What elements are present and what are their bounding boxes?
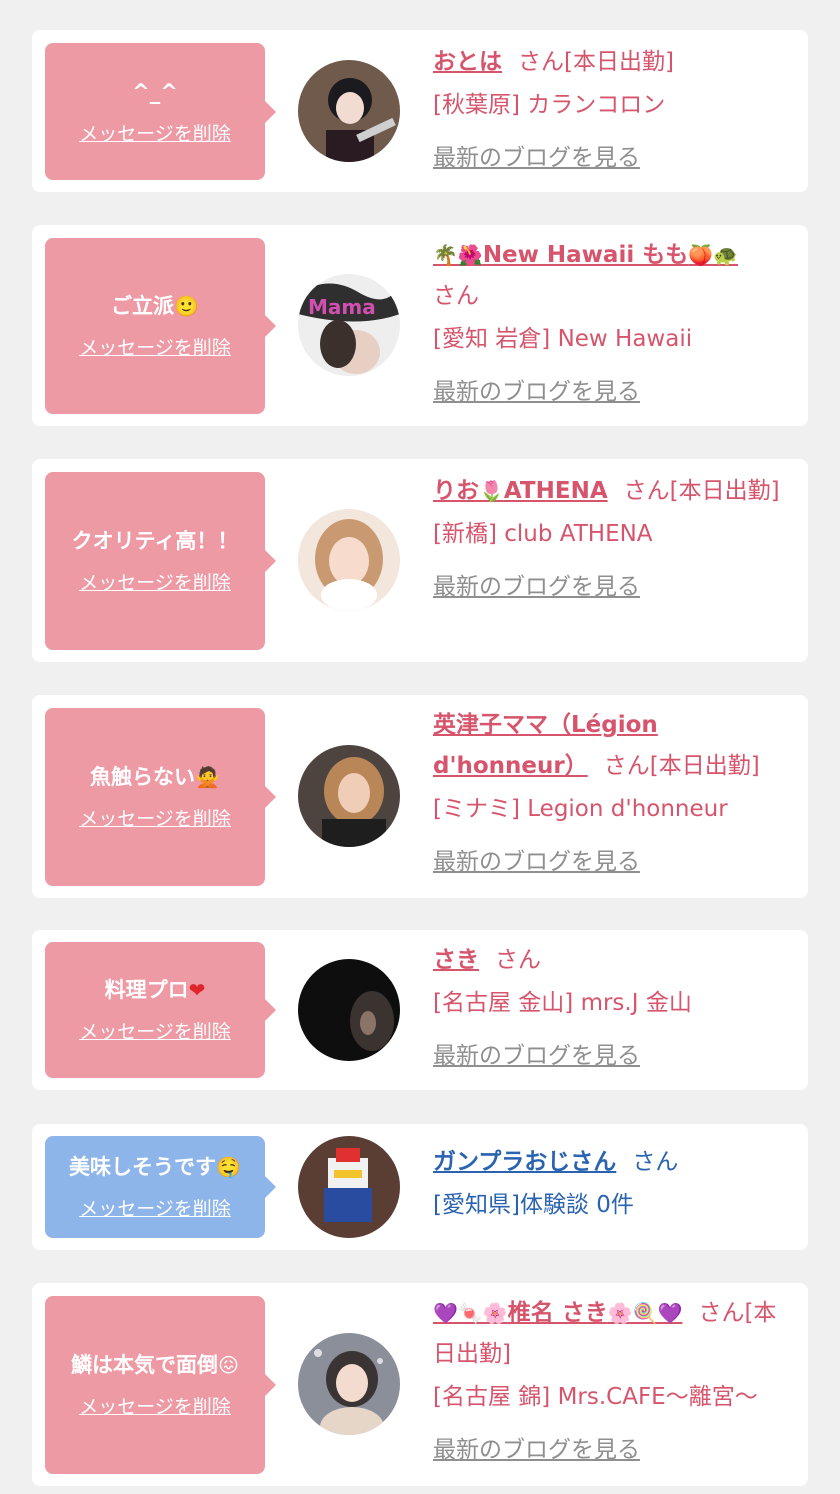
tulip-emoji-icon: 🌷 xyxy=(479,479,504,503)
comment-bubble: クオリティ高！！ メッセージを削除 xyxy=(45,472,276,650)
smile-emoji-icon: 🙂 xyxy=(174,294,199,318)
cast-name-link[interactable]: 💜🍬🌸椎名 さき🌸🍭💜 xyxy=(433,1300,682,1326)
honorific: さん xyxy=(623,478,670,504)
comment-bubble: 美味しそうです🤤 メッセージを削除 xyxy=(45,1136,276,1238)
comment-text: ^_^ xyxy=(132,79,178,104)
honorific: さん xyxy=(632,1149,679,1175)
peach-turtle-emoji-icon: 🍑🐢 xyxy=(688,243,739,267)
avatar[interactable] xyxy=(298,745,400,847)
comment-text: ご立派🙂 xyxy=(111,294,199,318)
message-card: 美味しそうです🤤 メッセージを削除 ガンプラおじさん さん [愛知県]体験談 0件 xyxy=(32,1124,808,1250)
shop-label: [名古屋 錦] Mrs.CAFE〜離宮〜 xyxy=(433,1384,758,1410)
status-badge: [本日出勤] xyxy=(669,478,780,504)
flower-lollipop-heart-emoji-icon: 🌸🍭💜 xyxy=(607,1301,683,1325)
avatar[interactable] xyxy=(298,1333,400,1435)
shop-label: [愛知 岩倉] New Hawaii xyxy=(433,326,693,352)
blog-link[interactable]: 最新のブログを見る xyxy=(433,841,793,883)
cast-info: りお🌷ATHENA さん[本日出勤] [新橋] club ATHENA 最新のブロ… xyxy=(433,471,793,608)
honorific: さん xyxy=(518,49,564,75)
honorific: さん xyxy=(433,283,479,309)
avatar[interactable] xyxy=(298,60,400,162)
avatar[interactable] xyxy=(298,509,400,611)
heart-candy-flower-emoji-icon: 💜🍬🌸 xyxy=(433,1301,508,1325)
delete-message-link[interactable]: メッセージを削除 xyxy=(79,571,231,595)
cast-info: さき さん [名古屋 金山] mrs.J 金山 最新のブログを見る xyxy=(433,940,793,1077)
cast-info: 💜🍬🌸椎名 さき🌸🍭💜 さん[本日出勤] [名古屋 錦] Mrs.CAFE〜離宮〜… xyxy=(433,1293,793,1471)
comment-bubble: 料理プロ❤ メッセージを削除 xyxy=(45,942,276,1078)
shop-label: [新橋] club ATHENA xyxy=(433,521,653,547)
comment-text: 魚触らない🙅 xyxy=(90,765,220,789)
cast-name-link[interactable]: 🌴🌺New Hawaii もも🍑🐢 xyxy=(433,242,738,268)
comment-bubble: 魚触らない🙅 メッセージを削除 xyxy=(45,708,276,886)
cast-info: 英津子ママ（Légion d'honneur） さん[本日出勤] [ミナミ] Le… xyxy=(433,705,793,883)
message-card: クオリティ高！！ メッセージを削除 りお🌷ATHENA さん[本日出勤] [新橋]… xyxy=(32,459,808,662)
cast-name-link[interactable]: おとは xyxy=(433,49,502,75)
cast-name-link[interactable]: ガンプラおじさん xyxy=(433,1149,616,1175)
delete-message-link[interactable]: メッセージを削除 xyxy=(79,122,231,146)
svg-text:Mama: Mama xyxy=(308,295,376,319)
drooling-face-emoji-icon: 🤤 xyxy=(216,1155,241,1179)
heart-emoji-icon: ❤ xyxy=(188,978,206,1002)
cast-name-link[interactable]: さき xyxy=(433,947,479,973)
delete-message-link[interactable]: メッセージを削除 xyxy=(79,1395,231,1419)
blog-link[interactable]: 最新のブログを見る xyxy=(433,137,793,179)
cast-info: ガンプラおじさん さん [愛知県]体験談 0件 xyxy=(433,1142,793,1227)
avatar[interactable] xyxy=(298,1136,400,1238)
shop-label: [ミナミ] Legion d'honneur xyxy=(433,796,728,822)
palm-hibiscus-emoji-icon: 🌴🌺 xyxy=(433,243,483,267)
review-count-label: [愛知県]体験談 0件 xyxy=(433,1192,634,1218)
status-badge: [本日出勤] xyxy=(649,753,760,779)
no-gesture-emoji-icon: 🙅 xyxy=(195,765,220,789)
comment-bubble: 鱗は本気で面倒😖 メッセージを削除 xyxy=(45,1296,276,1474)
status-badge: [本日出勤] xyxy=(564,49,674,75)
shop-label: [秋葉原] カランコロン xyxy=(433,92,666,118)
message-card: ^_^ メッセージを削除 おとは さん[本日出勤] [秋葉原] カランコロン 最新… xyxy=(32,30,808,192)
message-card: ご立派🙂 メッセージを削除 Mama 🌴🌺New Hawaii もも🍑🐢 さん … xyxy=(32,225,808,426)
blog-link[interactable]: 最新のブログを見る xyxy=(433,1429,793,1471)
cast-info: おとは さん[本日出勤] [秋葉原] カランコロン 最新のブログを見る xyxy=(433,42,793,179)
comment-text: クオリティ高！！ xyxy=(71,529,239,553)
blog-link[interactable]: 最新のブログを見る xyxy=(433,1035,793,1077)
delete-message-link[interactable]: メッセージを削除 xyxy=(79,807,231,831)
comment-bubble: ^_^ メッセージを削除 xyxy=(45,43,276,180)
comment-text: 料理プロ❤ xyxy=(104,978,206,1002)
blog-link[interactable]: 最新のブログを見る xyxy=(433,371,793,413)
message-card: 料理プロ❤ メッセージを削除 さき さん [名古屋 金山] mrs.J 金山 最新… xyxy=(32,930,808,1090)
comment-text: 美味しそうです🤤 xyxy=(69,1155,241,1179)
blog-link[interactable]: 最新のブログを見る xyxy=(433,566,793,608)
comment-text: 鱗は本気で面倒😖 xyxy=(71,1353,239,1377)
message-card: 魚触らない🙅 メッセージを削除 英津子ママ（Légion d'honneur）さ… xyxy=(32,695,808,898)
message-card: 鱗は本気で面倒😖 メッセージを削除 💜🍬🌸椎名 さき🌸🍭💜 さん[本日出勤] [名… xyxy=(32,1283,808,1486)
delete-message-link[interactable]: メッセージを削除 xyxy=(79,336,231,360)
delete-message-link[interactable]: メッセージを削除 xyxy=(79,1197,231,1221)
honorific: さん xyxy=(698,1300,745,1326)
cast-info: 🌴🌺New Hawaii もも🍑🐢 さん [愛知 岩倉] New Hawaii … xyxy=(433,235,793,413)
honorific: さん xyxy=(603,753,650,779)
shop-label: [名古屋 金山] mrs.J 金山 xyxy=(433,990,692,1016)
comment-bubble: ご立派🙂 メッセージを削除 xyxy=(45,238,276,414)
honorific: さん xyxy=(495,947,541,973)
avatar[interactable]: Mama xyxy=(298,274,400,376)
cast-name-link[interactable]: りお🌷ATHENA xyxy=(433,478,608,504)
delete-message-link[interactable]: メッセージを削除 xyxy=(79,1020,231,1044)
avatar[interactable] xyxy=(298,959,400,1061)
tired-face-emoji-icon: 😖 xyxy=(218,1353,239,1377)
